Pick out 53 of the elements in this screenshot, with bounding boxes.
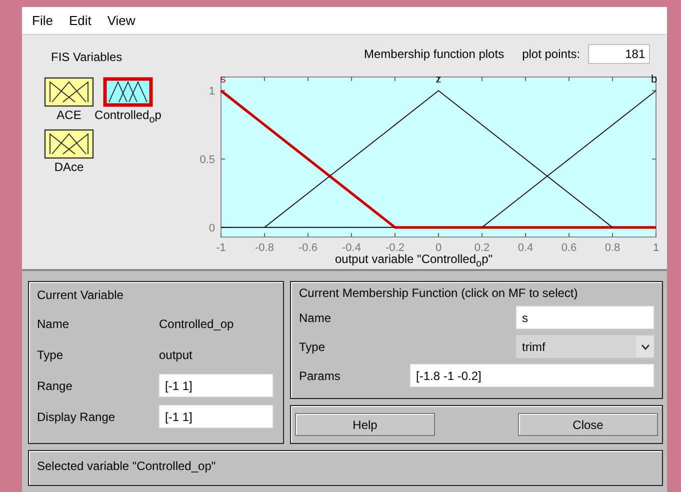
panel-title: FIS Variables: [51, 50, 124, 64]
variable-label: DAce: [54, 160, 84, 174]
menu-item[interactable]: Edit: [68, 13, 92, 28]
field-label: Display Range: [37, 410, 116, 424]
field-label: Range: [37, 378, 74, 392]
dialog-button[interactable]: Help: [295, 413, 435, 436]
group-title: Current Membership Function (click on MF to select): [299, 286, 579, 300]
curve-label: z: [436, 73, 442, 86]
tick-label: 0.5: [200, 154, 215, 166]
menu-item[interactable]: File: [32, 13, 53, 28]
tick-label: 0: [208, 222, 215, 234]
variable-icon[interactable]: [103, 77, 153, 107]
field-label: plot points:: [522, 46, 580, 61]
field-label: Name: [299, 310, 332, 324]
tick-label: -0.6: [298, 242, 318, 253]
tick-label: 0.2: [474, 242, 490, 253]
axis-label: output variable "Controlled$_{o}$p": [335, 252, 494, 269]
tick-label: 0.8: [604, 242, 620, 253]
dialog-button[interactable]: Close: [518, 413, 658, 436]
variable-icon[interactable]: [44, 129, 94, 160]
field-value: output: [159, 348, 192, 362]
curve-label: b: [650, 73, 658, 86]
tick-label: 1: [652, 242, 660, 253]
menu-item[interactable]: View: [107, 13, 136, 28]
tick-label: 0.4: [518, 242, 534, 253]
input-field[interactable]: s: [516, 306, 654, 329]
tick-label: -0.8: [255, 242, 274, 253]
status-text: Selected variable "Controlled_op": [37, 459, 216, 473]
tick-label: 0: [435, 242, 442, 253]
tick-label: 1: [208, 85, 215, 98]
membership-curve[interactable]: [482, 90, 656, 228]
membership-curve[interactable]: [264, 90, 613, 228]
input-field[interactable]: [-1 1]: [159, 374, 273, 397]
variable-icon[interactable]: [44, 77, 94, 107]
curve-label: s: [220, 73, 226, 86]
type-dropdown[interactable]: trimf: [516, 335, 654, 358]
field-label: Name: [37, 316, 70, 330]
input-field[interactable]: [-1.8 -1 -0.2]: [410, 364, 654, 387]
field-value: Controlled_op: [159, 316, 234, 330]
field-label: Params: [299, 368, 340, 382]
tick-label: 0.6: [561, 242, 577, 253]
field-label: Type: [299, 340, 326, 354]
tick-label: -0.4: [342, 242, 361, 253]
group-title: Current Variable: [37, 288, 124, 302]
tick-label: -0.2: [386, 242, 404, 253]
plot-points-field[interactable]: 181: [588, 44, 650, 64]
input-field[interactable]: [-1 1]: [159, 405, 273, 428]
tick-label: -1: [216, 242, 226, 253]
plot-title: Membership function plots: [364, 46, 504, 61]
variable-label: ACE: [56, 108, 82, 122]
variable-label: Controlled$_{o}$p: [94, 108, 162, 126]
caret-icon: [640, 344, 650, 350]
field-label: Type: [37, 348, 64, 362]
